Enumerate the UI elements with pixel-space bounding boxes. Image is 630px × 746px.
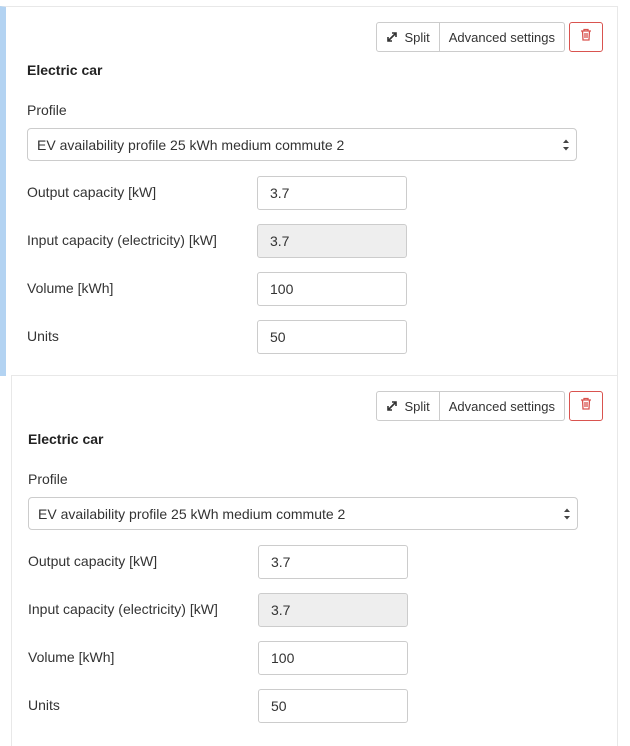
output-capacity-label: Output capacity [kW] [28,553,158,569]
units-input[interactable]: 50 [257,320,407,354]
split-label: Split [404,29,430,45]
chevron-up-down-icon [563,507,571,524]
units-label: Units [27,328,59,344]
units-input[interactable]: 50 [258,689,408,723]
panel-toolbar: Split Advanced settings [376,391,603,421]
advanced-settings-button[interactable]: Advanced settings [439,391,565,421]
profile-select[interactable]: EV availability profile 25 kWh medium co… [28,497,578,530]
profile-label: Profile [28,471,68,487]
input-capacity-label: Input capacity (electricity) [kW] [27,232,217,248]
delete-button[interactable] [569,391,603,421]
trash-icon [580,397,592,415]
split-button[interactable]: Split [376,391,440,421]
volume-label: Volume [kWh] [27,280,114,296]
volume-input[interactable]: 100 [258,641,408,675]
component-panel-1: Split Advanced settings Electric car Pro… [0,6,618,376]
panel-toolbar: Split Advanced settings [376,22,603,52]
input-capacity-label: Input capacity (electricity) [kW] [28,601,218,617]
volume-input[interactable]: 100 [257,272,407,306]
expand-arrows-icon [386,400,398,412]
panel-button-group: Split Advanced settings [376,22,565,52]
output-capacity-input[interactable]: 3.7 [257,176,407,210]
advanced-settings-button[interactable]: Advanced settings [439,22,565,52]
input-capacity-input: 3.7 [258,593,408,627]
units-label: Units [28,697,60,713]
component-panel-2: Split Advanced settings Electric car Pro… [11,375,618,746]
profile-select[interactable]: EV availability profile 25 kWh medium co… [27,128,577,161]
input-capacity-input: 3.7 [257,224,407,258]
delete-button[interactable] [569,22,603,52]
component-title: Electric car [27,62,103,78]
panel-button-group: Split Advanced settings [376,391,565,421]
chevron-up-down-icon [562,138,570,155]
split-label: Split [404,398,430,414]
output-capacity-input[interactable]: 3.7 [258,545,408,579]
profile-select-value: EV availability profile 25 kWh medium co… [38,505,346,522]
expand-arrows-icon [386,31,398,43]
volume-label: Volume [kWh] [28,649,115,665]
profile-label: Profile [27,102,67,118]
trash-icon [580,28,592,46]
profile-select-value: EV availability profile 25 kWh medium co… [37,136,345,153]
output-capacity-label: Output capacity [kW] [27,184,157,200]
split-button[interactable]: Split [376,22,440,52]
component-title: Electric car [28,431,104,447]
